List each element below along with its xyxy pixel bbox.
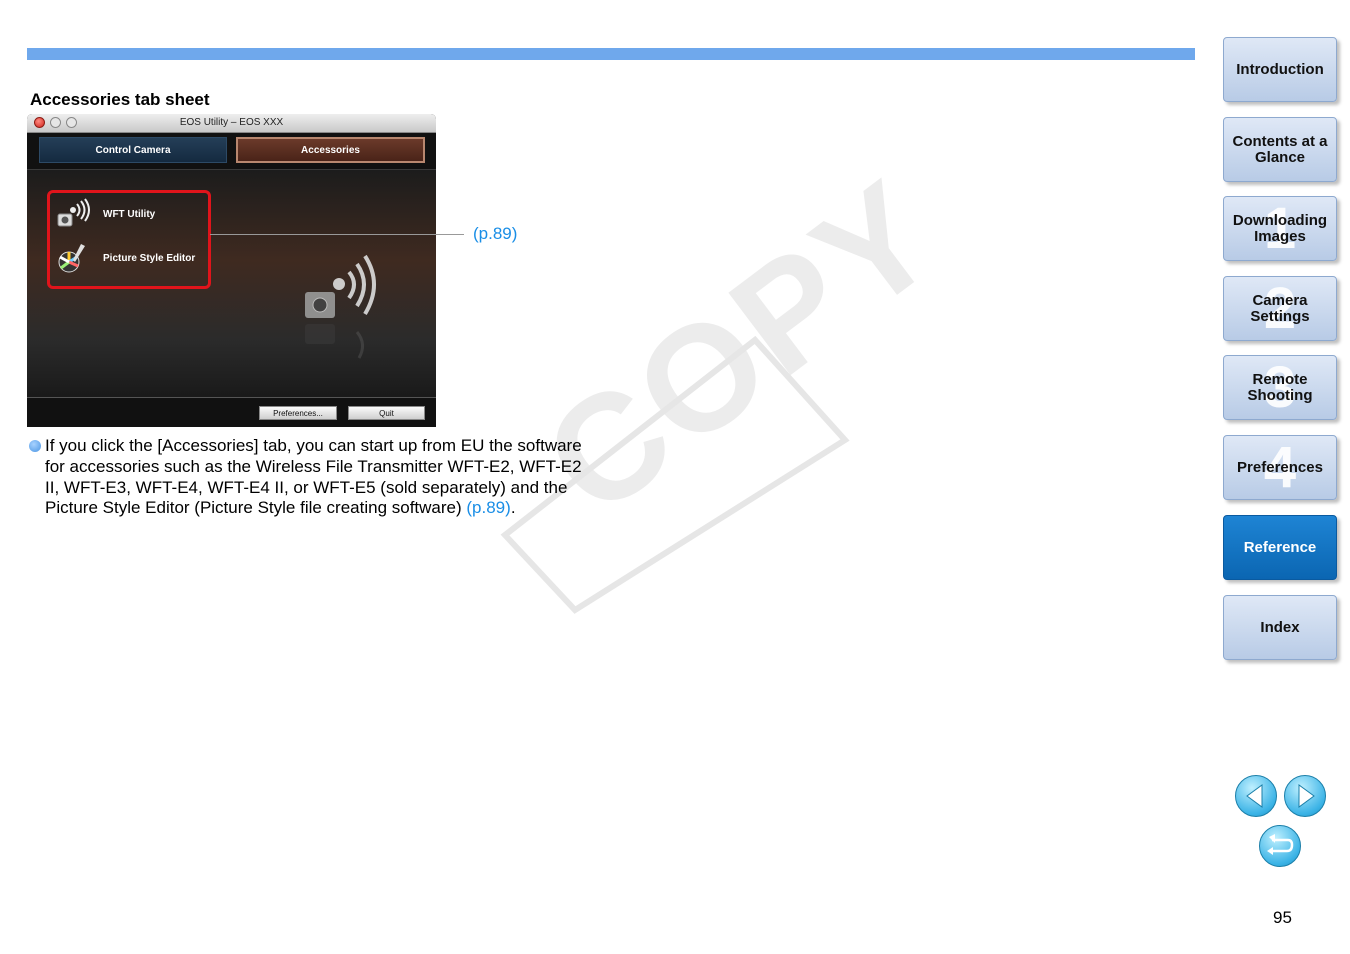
nav-label: Reference	[1243, 538, 1317, 556]
nav-introduction[interactable]: Introduction	[1223, 37, 1337, 102]
nav-label: Index	[1260, 618, 1300, 636]
body-page-link[interactable]: (p.89)	[466, 498, 510, 517]
wft-utility-label: WFT Utility	[103, 208, 156, 220]
nav-label: Remote Shooting	[1247, 370, 1313, 404]
nav-contents-at-a-glance[interactable]: Contents at a Glance	[1223, 117, 1337, 182]
wft-utility-icon	[57, 198, 90, 227]
next-page-icon	[1298, 784, 1315, 808]
nav-downloading-images[interactable]: 1 Downloading Images	[1223, 196, 1337, 261]
nav-preferences[interactable]: 4 Preferences	[1223, 435, 1337, 500]
callout-page-link[interactable]: (p.89)	[473, 224, 517, 244]
nav-remote-shooting[interactable]: 3 Remote Shooting	[1223, 355, 1337, 420]
tab-control-camera[interactable]: Control Camera	[39, 137, 227, 163]
nav-index[interactable]: Index	[1223, 595, 1337, 660]
accessories-panel: WFT Utility Picture Style Editor	[27, 170, 436, 396]
window-footer: Preferences... Quit	[27, 397, 436, 427]
header-bar	[27, 48, 1195, 60]
picture-style-editor-label: Picture Style Editor	[103, 252, 196, 264]
nav-camera-settings[interactable]: 2 Camera Settings	[1223, 276, 1337, 341]
quit-button[interactable]: Quit	[348, 406, 425, 420]
nav-label: Preferences	[1237, 458, 1323, 476]
body-end: .	[510, 498, 516, 518]
body-paragraph: If you click the [Accessories] tab, you …	[45, 436, 590, 519]
return-button[interactable]	[1259, 825, 1301, 867]
nav-label: Camera Settings	[1250, 291, 1310, 325]
window-title: EOS Utility – EOS XXX	[179, 117, 284, 128]
bullet-icon	[29, 440, 41, 452]
picture-style-editor-item[interactable]: Picture Style Editor	[55, 242, 195, 274]
tab-accessories[interactable]: Accessories	[236, 137, 425, 163]
wft-utility-item[interactable]: WFT Utility	[55, 198, 155, 230]
page-number: 95	[1273, 908, 1292, 927]
section-title: Accessories tab sheet	[30, 90, 210, 109]
nav-label: Contents at a Glance	[1232, 132, 1328, 166]
eos-utility-window: EOS Utility – EOS XXX Control Camera Acc…	[27, 114, 436, 427]
return-icon	[1267, 834, 1294, 855]
next-page-button[interactable]	[1284, 775, 1326, 817]
previous-page-icon	[1246, 784, 1263, 808]
window-tabs: Control Camera Accessories	[27, 133, 436, 170]
nav-reference[interactable]: Reference	[1223, 515, 1337, 580]
window-titlebar: EOS Utility – EOS XXX	[27, 114, 436, 133]
nav-label: Downloading Images	[1232, 211, 1328, 245]
callout-line	[210, 234, 464, 235]
previous-page-button[interactable]	[1235, 775, 1277, 817]
wireless-camera-illustration	[305, 254, 376, 359]
nav-label: Introduction	[1236, 60, 1324, 78]
preferences-button[interactable]: Preferences...	[259, 406, 337, 420]
picture-style-editor-icon	[58, 244, 85, 273]
